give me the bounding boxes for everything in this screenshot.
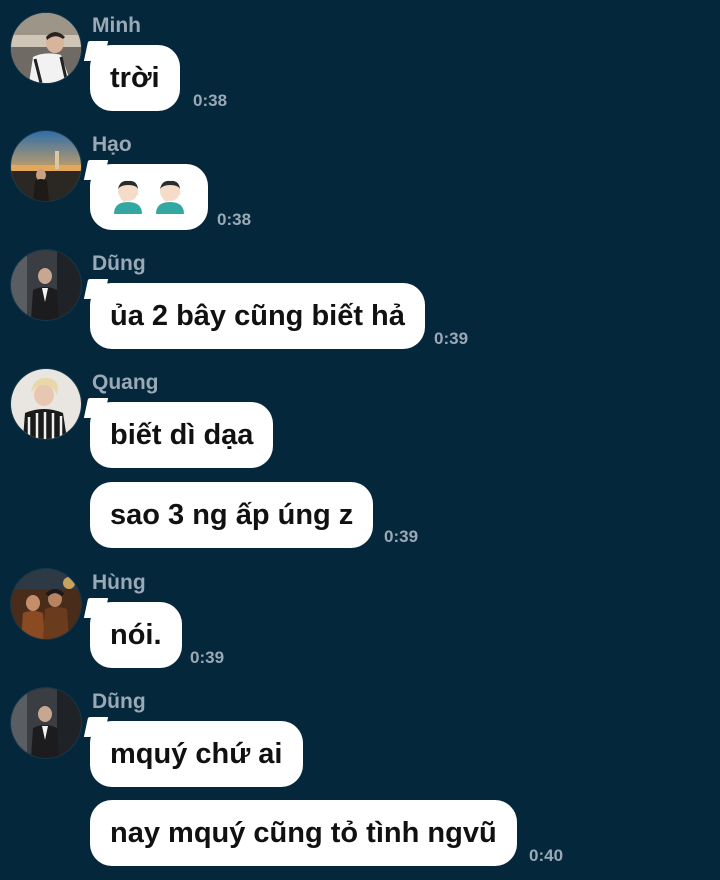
avatar[interactable] (11, 369, 81, 439)
message-time: 0:39 (384, 527, 419, 546)
message-bubble[interactable]: mquý chứ ai (90, 721, 303, 787)
avatar-dung-image (11, 250, 81, 320)
message-time: 0:40 (529, 846, 564, 865)
man-facepalming-icon (156, 181, 184, 215)
sender-name: Dũng (92, 252, 146, 275)
avatar[interactable] (11, 131, 81, 201)
message-time: 0:38 (193, 91, 228, 110)
message-bubble[interactable] (90, 164, 208, 230)
emoji-group (110, 178, 188, 215)
avatar-hung-image (11, 569, 81, 639)
avatar[interactable] (11, 688, 81, 758)
avatar-minh-image (11, 13, 81, 83)
sender-name: Minh (92, 14, 141, 37)
avatar-hao-image (11, 131, 81, 201)
avatar[interactable] (11, 13, 81, 83)
message-bubble[interactable]: biết dì dạa (90, 402, 274, 468)
sender-name: Quang (92, 371, 159, 394)
avatar[interactable] (11, 250, 81, 320)
avatar-quang-image (11, 369, 81, 439)
message-bubble[interactable]: trời (90, 45, 180, 111)
message-bubble[interactable]: nói. (90, 602, 182, 668)
sender-name: Hạo (92, 133, 132, 156)
message-time: 0:39 (434, 329, 469, 348)
message-time: 0:38 (217, 210, 252, 229)
avatar-dung-image (11, 688, 81, 758)
sender-name: Dũng (92, 690, 146, 713)
man-facepalming-icon (114, 181, 142, 215)
message-bubble[interactable]: ủa 2 bây cũng biết hả (90, 283, 425, 349)
avatar[interactable] (11, 569, 81, 639)
message-bubble[interactable]: nay mquý cũng tỏ tình ngvũ (90, 800, 517, 866)
sender-name: Hùng (92, 571, 146, 594)
message-time: 0:39 (190, 648, 225, 667)
message-bubble[interactable]: sao 3 ng ấp úng z (90, 482, 374, 548)
